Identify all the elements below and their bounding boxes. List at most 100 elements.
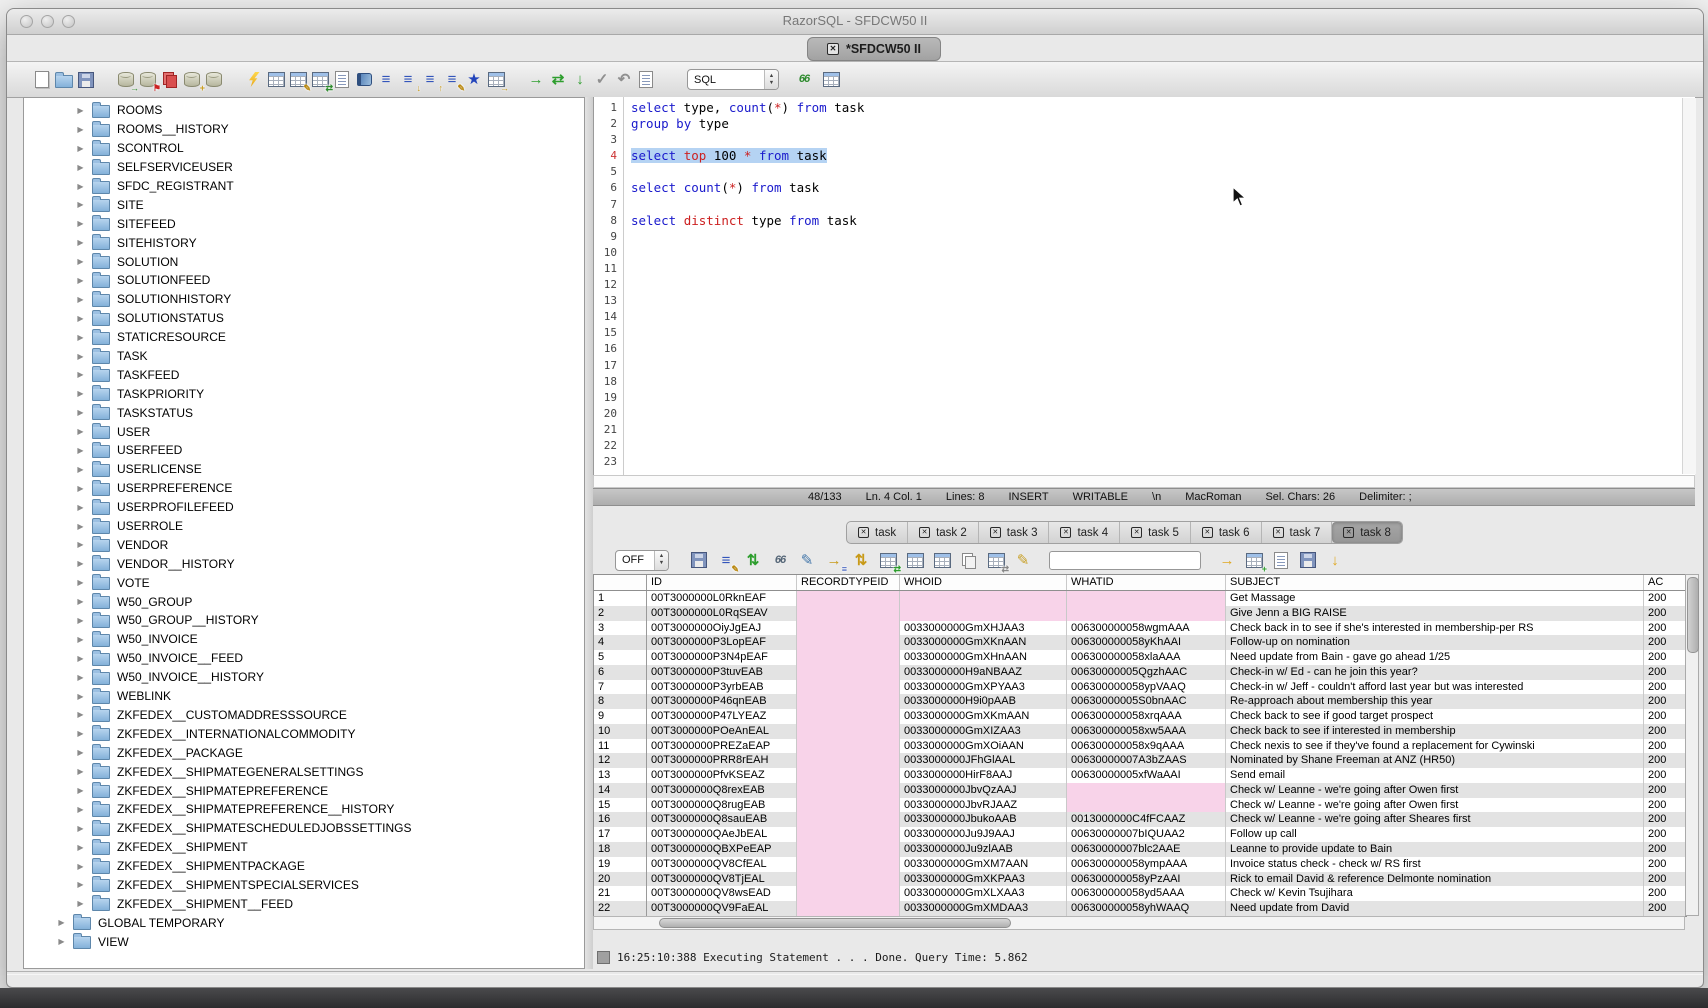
disclosure-triangle-icon[interactable]: ▶ [76,408,85,417]
column-header-id[interactable]: ID [647,575,797,590]
editor-vscrollbar[interactable] [1682,98,1696,474]
cell-subject[interactable]: Check-in w/ Jeff - couldn't afford last … [1226,680,1644,695]
favorites-icon[interactable]: ★ [463,69,485,90]
result-tab-task-8[interactable]: ✕task 8 [1332,522,1402,543]
search-highlight-icon[interactable]: ✎ [1012,550,1034,571]
cell-id[interactable]: 00T3000000P46qnEAB [647,694,797,709]
cell-id[interactable]: 00T3000000QV9FaEAL [647,901,797,916]
table-row[interactable]: 500T3000000P3N4pEAF0033000000GmXHnAAN006… [594,650,1686,665]
disclosure-triangle-icon[interactable]: ▶ [76,465,85,474]
cell-num[interactable]: 1 [594,591,647,606]
connect-database-icon[interactable]: → [115,69,137,90]
tree-item-vendor__history[interactable]: ▶VENDOR__HISTORY [24,554,584,573]
cell-ac[interactable]: 200 [1644,827,1686,842]
results-search-input[interactable] [1049,551,1201,570]
cell-subject[interactable]: Check-in w/ Ed - can he join this year? [1226,665,1644,680]
close-result-tab-icon[interactable]: ✕ [1343,527,1354,538]
reload-results-icon[interactable]: ⇄ [877,550,899,571]
disclosure-triangle-icon[interactable]: ▶ [76,635,85,644]
tree-item-zkfedex__shipment[interactable]: ▶ZKFEDEX__SHIPMENT [24,838,584,857]
save-icon[interactable] [75,69,97,90]
cell-whoid[interactable]: 0033000000JbvRJAAZ [900,798,1067,813]
close-tab-icon[interactable]: ✕ [827,43,839,55]
tree-item-rooms__history[interactable]: ▶ROOMS__HISTORY [24,120,584,139]
cell-recordtypeid[interactable] [797,606,900,621]
cell-subject[interactable]: Check w/ Leanne - we're going after Owen… [1226,783,1644,798]
close-result-tab-icon[interactable]: ✕ [1273,527,1284,538]
tree-item-w50_invoice__feed[interactable]: ▶W50_INVOICE__FEED [24,649,584,668]
table-row[interactable]: 1000T3000000POeAnEAL0033000000GmXIZAA300… [594,724,1686,739]
result-tab-task[interactable]: ✕task [847,522,908,543]
cell-whoid[interactable]: 0033000000GmXKnAAN [900,635,1067,650]
cell-num[interactable]: 22 [594,901,647,916]
insert-row-icon[interactable]: →≡ [823,550,845,571]
cell-num[interactable]: 4 [594,635,647,650]
disclosure-triangle-icon[interactable]: ▶ [76,767,85,776]
disclosure-triangle-icon[interactable]: ▶ [76,805,85,814]
table-row[interactable]: 2000T3000000QV8TjEAL0033000000GmXKPAA300… [594,872,1686,887]
disclosure-triangle-icon[interactable]: ▶ [76,352,85,361]
new-file-icon[interactable] [31,69,53,90]
cell-subject[interactable]: Need update from Bain - gave go ahead 1/… [1226,650,1644,665]
disclosure-triangle-icon[interactable]: ▶ [76,446,85,455]
close-result-tab-icon[interactable]: ✕ [858,527,869,538]
cell-ac[interactable]: 200 [1644,680,1686,695]
disclosure-triangle-icon[interactable]: ▶ [57,937,66,946]
cell-ac[interactable]: 200 [1644,842,1686,857]
disclosure-triangle-icon[interactable]: ▶ [76,484,85,493]
cell-ac[interactable]: 200 [1644,783,1686,798]
cell-id[interactable]: 00T3000000L0RqSEAV [647,606,797,621]
table-row[interactable]: 1200T3000000PRR8rEAH0033000000JFhGlAAL00… [594,753,1686,768]
disclosure-triangle-icon[interactable]: ▶ [76,880,85,889]
disclosure-triangle-icon[interactable]: ▶ [76,862,85,871]
tree-item-userpreference[interactable]: ▶USERPREFERENCE [24,479,584,498]
cell-recordtypeid[interactable] [797,798,900,813]
tree-item-zkfedex__shipmatepreference__history[interactable]: ▶ZKFEDEX__SHIPMATEPREFERENCE__HISTORY [24,800,584,819]
tree-item-task[interactable]: ▶TASK [24,347,584,366]
generate-sql-icon[interactable]: 66 [793,69,815,90]
autocommit-select[interactable]: OFF▲▼ [615,550,669,571]
tree-item-zkfedex__shipmatescheduledjobssettings[interactable]: ▶ZKFEDEX__SHIPMATESCHEDULEDJOBSSETTINGS [24,819,584,838]
cell-ac[interactable]: 200 [1644,621,1686,636]
cell-num[interactable]: 11 [594,739,647,754]
cell-num[interactable]: 19 [594,857,647,872]
cell-id[interactable]: 00T3000000PREZaEAP [647,739,797,754]
cell-id[interactable]: 00T3000000PRR8rEAH [647,753,797,768]
rollback-icon[interactable]: ↶ [613,69,635,90]
cell-whatid[interactable]: 006300000058xrqAAA [1067,709,1226,724]
cell-subject[interactable]: Check back in to see if she's interested… [1226,621,1644,636]
result-tab-task-3[interactable]: ✕task 3 [979,522,1050,543]
cell-whoid[interactable]: 0033000000H9i0pAAB [900,694,1067,709]
cell-ac[interactable]: 200 [1644,798,1686,813]
cell-whatid[interactable]: 006300000058x9qAAA [1067,739,1226,754]
tree-item-solutionhistory[interactable]: ▶SOLUTIONHISTORY [24,290,584,309]
table-row[interactable]: 1700T3000000QAeJbEAL0033000000Ju9J9AAJ00… [594,827,1686,842]
cell-whatid[interactable]: 00630000007bIQUAA2 [1067,827,1226,842]
cell-recordtypeid[interactable] [797,901,900,916]
disclosure-triangle-icon[interactable]: ▶ [76,389,85,398]
cell-id[interactable]: 00T3000000P3N4pEAF [647,650,797,665]
execute-all-icon[interactable]: ⇄ [547,69,569,90]
cell-whatid[interactable]: 0013000000C4fFCAAZ [1067,812,1226,827]
cell-num[interactable]: 20 [594,872,647,887]
disclosure-triangle-icon[interactable]: ▶ [76,314,85,323]
disclosure-triangle-icon[interactable]: ▶ [76,257,85,266]
cell-id[interactable]: 00T3000000P3tuvEAB [647,665,797,680]
column-header-recordtypeid[interactable]: RECORDTYPEID [797,575,900,590]
cell-whoid[interactable]: 0033000000GmXIZAA3 [900,724,1067,739]
cell-recordtypeid[interactable] [797,635,900,650]
cell-whatid[interactable]: 006300000058ypVAAQ [1067,680,1226,695]
table-row[interactable]: 1600T3000000Q8sauEAB0033000000JbukoAAB00… [594,812,1686,827]
edit-cell-icon[interactable]: ✎ [796,550,818,571]
cell-ac[interactable]: 200 [1644,886,1686,901]
tree-item-sfdc_registrant[interactable]: ▶SFDC_REGISTRANT [24,177,584,196]
cell-whoid[interactable]: 0033000000GmXKmAAN [900,709,1067,724]
cell-num[interactable]: 18 [594,842,647,857]
documentation-icon[interactable] [353,69,375,90]
cell-id[interactable]: 00T3000000QV8wsEAD [647,886,797,901]
cell-whatid[interactable]: 00630000007blc2AAE [1067,842,1226,857]
tree-item-userfeed[interactable]: ▶USERFEED [24,441,584,460]
tree-item-zkfedex__shipmentpackage[interactable]: ▶ZKFEDEX__SHIPMENTPACKAGE [24,857,584,876]
cell-subject[interactable]: Send email [1226,768,1644,783]
tree-item-solutionstatus[interactable]: ▶SOLUTIONSTATUS [24,309,584,328]
